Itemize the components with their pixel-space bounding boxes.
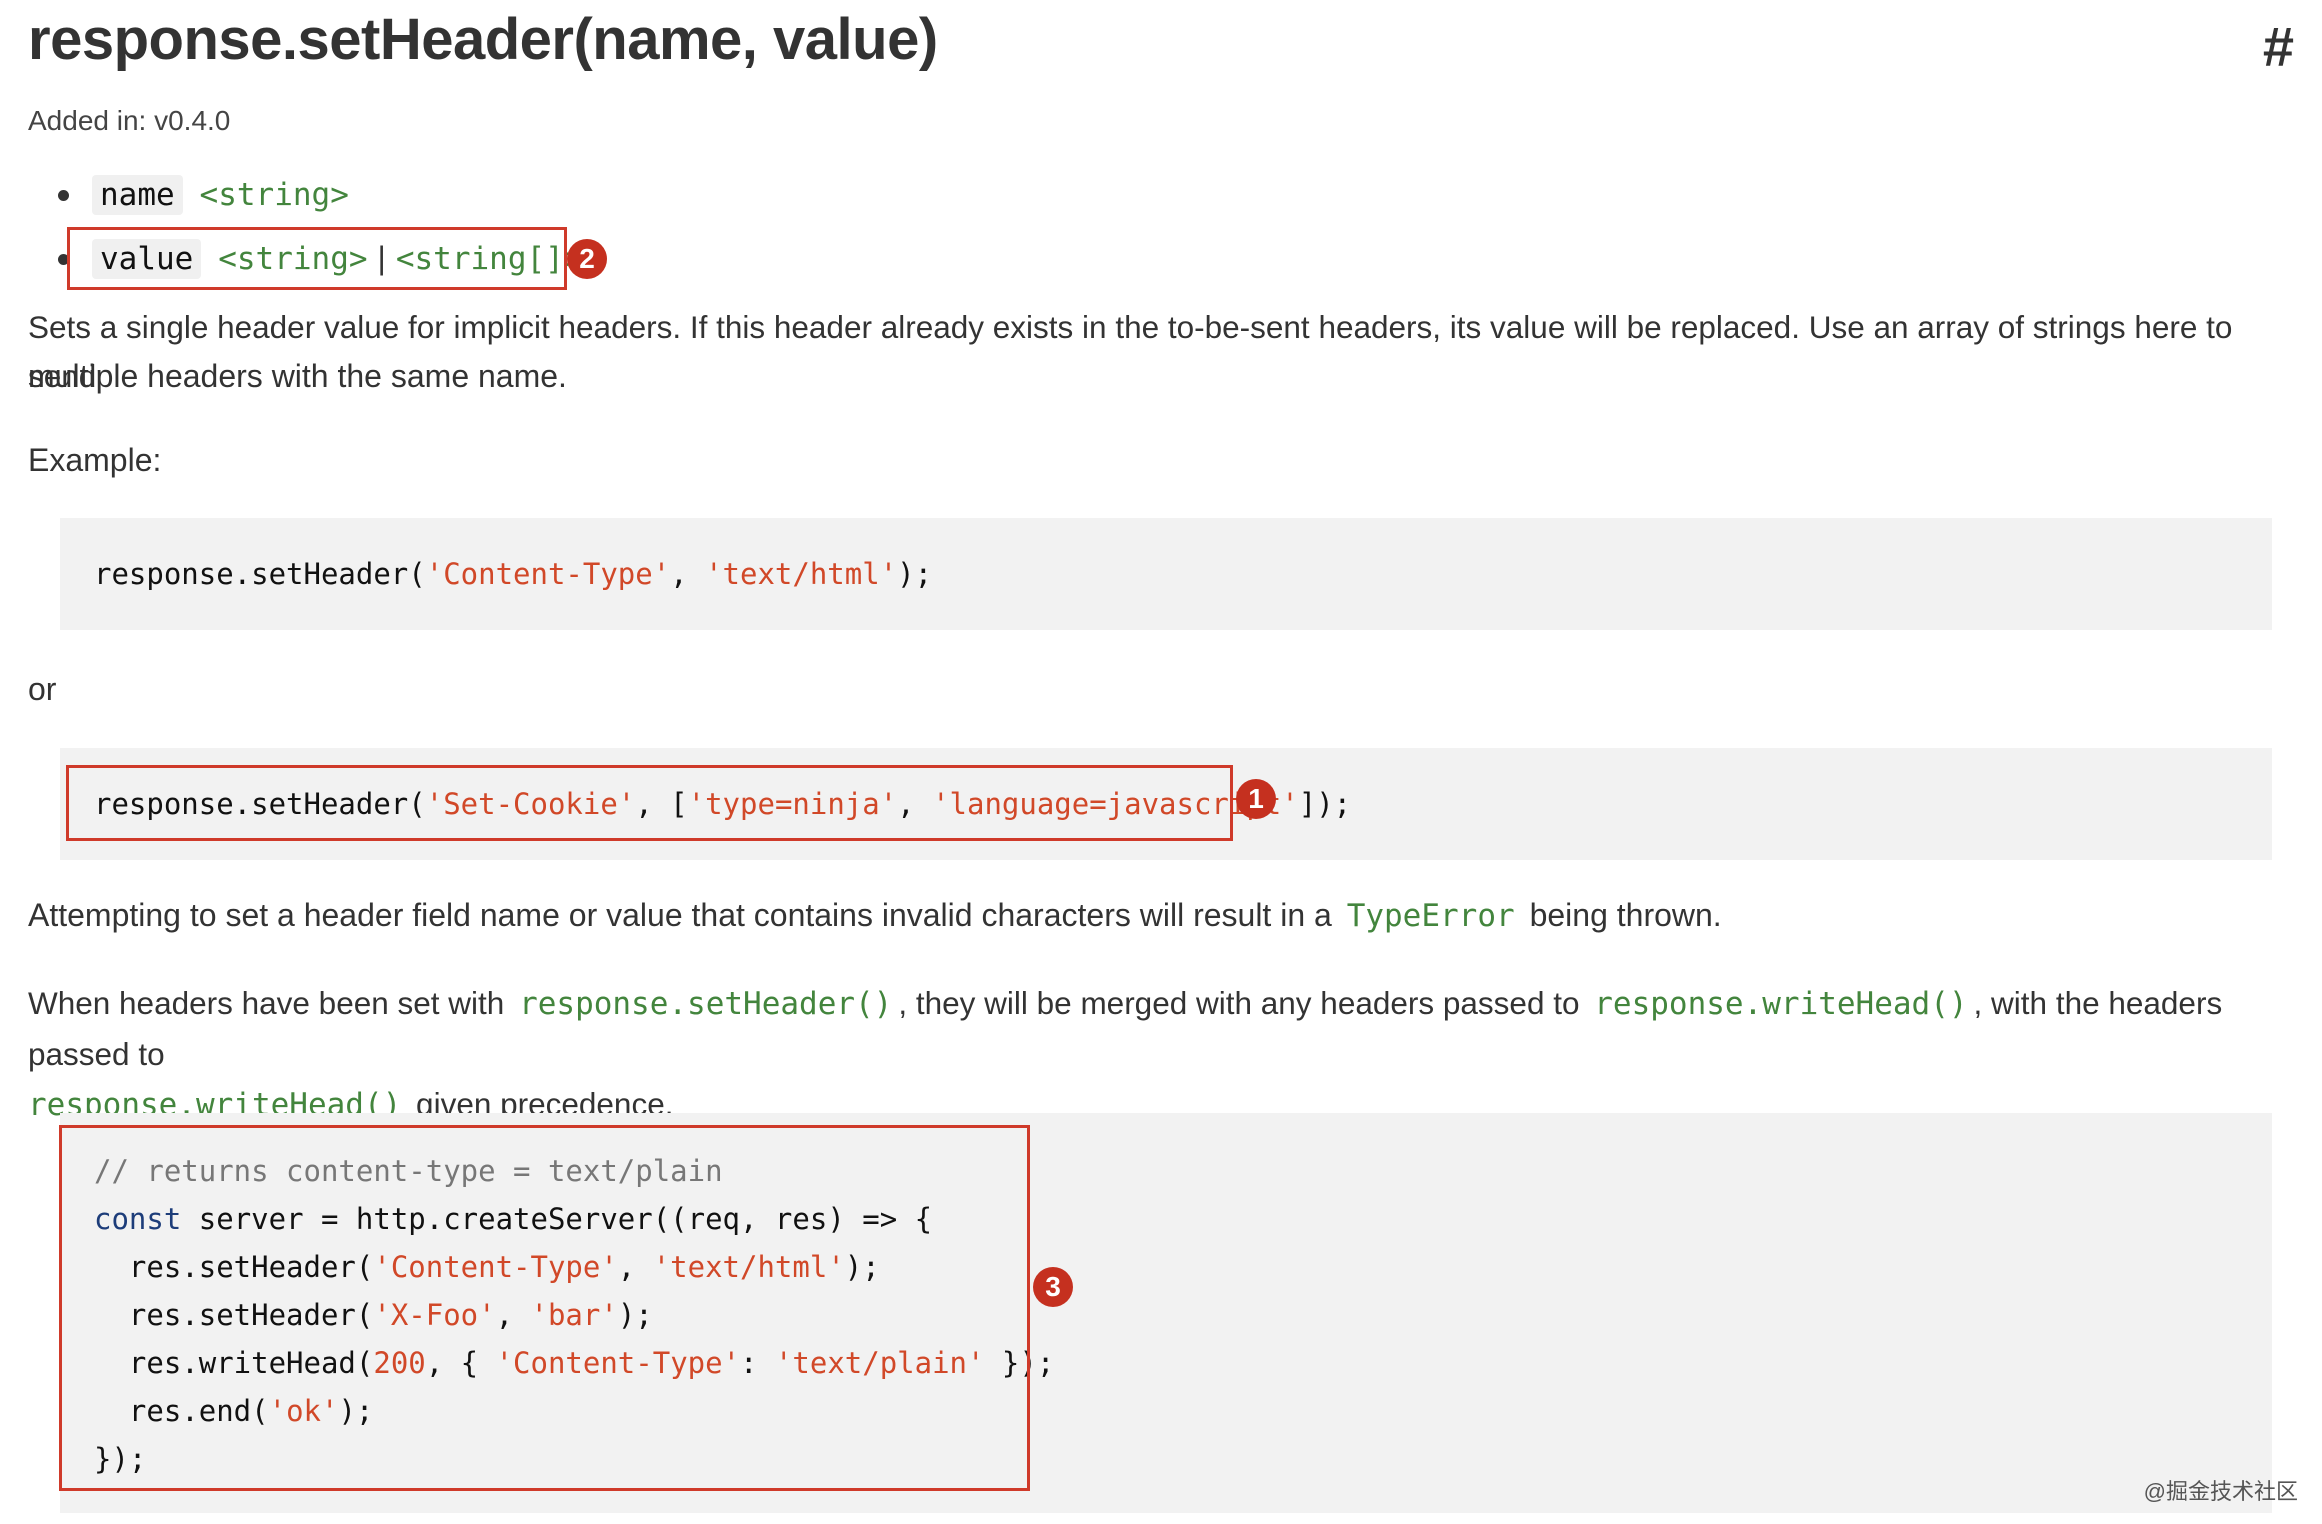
or-label: or <box>28 671 57 707</box>
marker-1: 1 <box>1236 779 1276 819</box>
error-paragraph: Attempting to set a header field name or… <box>28 897 1722 934</box>
description-line-2: multiple headers with the same name. <box>28 358 567 394</box>
doc-page: response.setHeader(name, value) # Added … <box>0 0 2322 1524</box>
code-line: response.setHeader('Content-Type', 'text… <box>94 557 933 591</box>
inline-code[interactable]: TypeError <box>1341 898 1521 934</box>
added-in-label: Added in: v0.4.0 <box>28 105 231 136</box>
marker-2: 2 <box>567 239 607 279</box>
page-title: response.setHeader(name, value) <box>28 7 938 72</box>
marker-3: 3 <box>1033 1267 1073 1307</box>
param-item-name: name <string> <box>28 168 582 232</box>
highlight-box-1 <box>66 765 1233 841</box>
code-block-1: response.setHeader('Content-Type', 'text… <box>60 518 2272 630</box>
param-type-link[interactable]: <string> <box>192 177 349 213</box>
anchor-link[interactable]: # <box>2263 14 2294 79</box>
example-label: Example: <box>28 442 162 478</box>
inline-code-link[interactable]: response.writeHead() <box>1588 986 1973 1022</box>
merge-paragraph: When headers have been set with response… <box>28 985 2223 1123</box>
highlight-box-3 <box>59 1125 1030 1491</box>
highlight-box-2 <box>67 227 567 290</box>
inline-code-link[interactable]: response.setHeader() <box>513 986 898 1022</box>
param-name: name <box>92 175 183 215</box>
watermark: @掘金技术社区 <box>2143 1479 2298 1504</box>
